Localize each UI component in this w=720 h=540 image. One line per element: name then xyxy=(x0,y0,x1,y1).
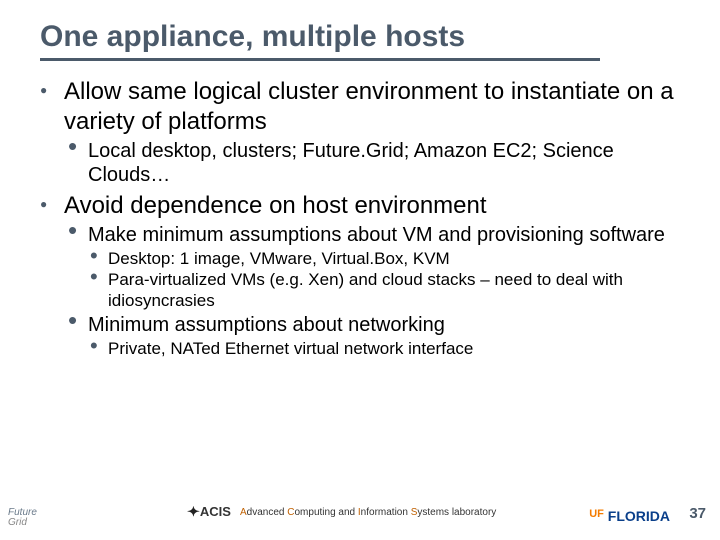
acis-text: ACIS xyxy=(200,504,231,519)
page-number: 37 xyxy=(689,505,706,522)
logo-text-bottom: Grid xyxy=(8,517,27,528)
bullet-text: Private, NATed Ethernet virtual network … xyxy=(108,339,680,359)
list-item: Make minimum assumptions about VM and pr… xyxy=(64,223,680,311)
acis-logo: ✦ACIS xyxy=(188,504,231,520)
bullet-text: Desktop: 1 image, VMware, Virtual.Box, K… xyxy=(108,249,680,269)
futuregrid-logo: Future Grid xyxy=(8,508,37,528)
title-underline xyxy=(40,58,600,61)
list-item: Private, NATed Ethernet virtual network … xyxy=(88,339,680,359)
bullet-text: Make minimum assumptions about VM and pr… xyxy=(88,223,680,247)
list-item: Para-virtualized VMs (e.g. Xen) and clou… xyxy=(88,270,680,311)
list-item: Minimum assumptions about networking Pri… xyxy=(64,313,680,359)
bullet-text: Avoid dependence on host environment xyxy=(64,191,680,221)
acis-mark-icon: ✦ xyxy=(187,504,200,520)
uf-name: FLORIDA xyxy=(608,508,670,524)
list-item: Local desktop, clusters; Future.Grid; Am… xyxy=(64,139,680,187)
bullet-text: Local desktop, clusters; Future.Grid; Am… xyxy=(88,139,680,187)
lab-name: Advanced Computing and Information Syste… xyxy=(240,507,496,518)
uf-prefix: UF xyxy=(589,508,604,520)
bullet-list: Allow same logical cluster environment t… xyxy=(40,77,680,360)
list-item: Desktop: 1 image, VMware, Virtual.Box, K… xyxy=(88,249,680,269)
bullet-text: Allow same logical cluster environment t… xyxy=(64,77,680,137)
slide-footer: Future Grid ✦ACIS Advanced Computing and… xyxy=(0,492,720,532)
list-item: Avoid dependence on host environment Mak… xyxy=(40,191,680,360)
slide-title: One appliance, multiple hosts xyxy=(40,20,680,54)
bullet-text: Minimum assumptions about networking xyxy=(88,313,680,337)
list-item: Allow same logical cluster environment t… xyxy=(40,77,680,187)
uf-logo: UF FLORIDA xyxy=(589,508,670,524)
bullet-text: Para-virtualized VMs (e.g. Xen) and clou… xyxy=(108,270,680,311)
